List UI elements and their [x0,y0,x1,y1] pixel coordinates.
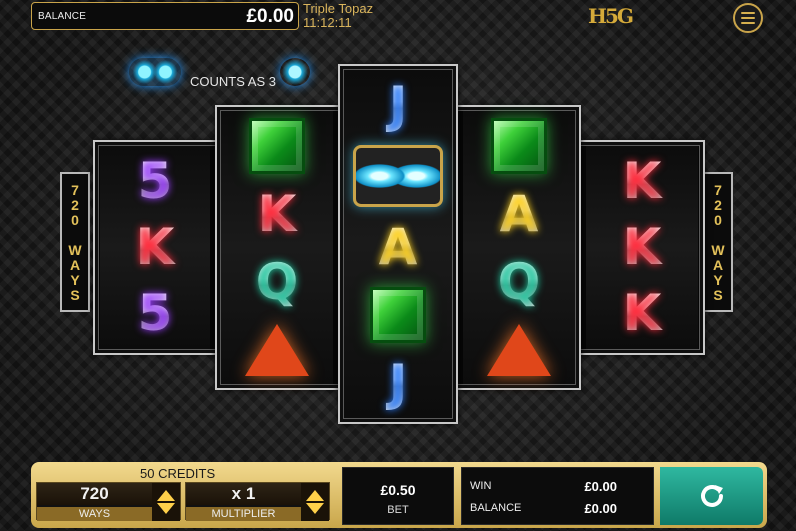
counts-as-label: COUNTS AS 3 [190,74,276,89]
reel-3: J A J [344,70,452,418]
panel-balance-label: BALANCE [470,502,522,514]
reel-symbol: Q [463,249,575,315]
reel-symbol: J [344,350,452,416]
emerald-icon [491,118,547,174]
reel-symbol: A [344,214,452,280]
game-title: Triple Topaz [303,1,374,16]
multiplier-caption: MULTIPLIER [186,507,301,521]
balance-label: BALANCE [38,11,87,22]
ruby-symbol [463,317,575,383]
win-label: WIN [470,480,492,492]
hamburger-menu-icon [741,12,755,14]
reel-1: 5 K 5 [100,146,210,349]
arrow-up-icon[interactable] [157,490,175,501]
win-balance-display: WIN £0.00 BALANCE £0.00 [461,467,654,525]
reel-symbol: A [463,181,575,247]
multiplier-arrows [301,483,329,521]
balance-display: BALANCE £0.00 [31,2,299,30]
ways-arrows [152,483,180,521]
emerald-symbol [221,113,333,179]
ruby-symbol [221,317,333,383]
reel-symbol: K [586,148,698,214]
win-value: £0.00 [584,479,617,494]
brand-logo: H5G [588,4,634,28]
clock: 11:12:11 [303,15,352,30]
reel-symbol: 5 [100,148,210,214]
menu-button[interactable] [733,3,763,33]
reel-2: K Q [221,111,333,384]
emerald-icon [370,287,426,343]
reel-symbol: K [586,214,698,280]
arrow-down-icon[interactable] [306,503,324,514]
arrow-down-icon[interactable] [157,503,175,514]
spin-refresh-icon [700,485,723,507]
topaz-symbol [344,140,452,212]
ways-plate-left: 720 WAYS [60,172,90,312]
emerald-symbol [463,113,575,179]
win-row: WIN £0.00 [470,479,617,494]
balance-value: £0.00 [246,6,294,27]
reel-symbol: J [344,72,452,138]
reel-symbol: K [586,280,698,346]
ways-right-label: 720 WAYS [710,182,726,302]
balance-row: BALANCE £0.00 [470,501,617,516]
ways-value: 720 [37,483,152,505]
topaz-gem-icon [280,58,310,86]
reel-symbol: K [100,214,210,280]
reel-5: K K K [586,146,698,349]
ways-caption: WAYS [37,507,152,521]
bet-value: £0.50 [380,482,416,498]
ruby-icon [245,324,309,376]
ruby-icon [487,324,551,376]
triple-topaz-icon [129,58,181,86]
reel-symbol: 5 [100,280,210,346]
ways-stepper[interactable]: 720 WAYS [36,482,181,521]
ways-left-label: 720 WAYS [67,182,83,302]
panel-balance-value: £0.00 [584,501,617,516]
emerald-symbol [344,282,452,348]
arrow-up-icon[interactable] [306,490,324,501]
emerald-icon [249,118,305,174]
topaz-icon [353,145,443,207]
reel-symbol: Q [221,249,333,315]
reel-4: A Q [463,111,575,384]
reel-symbol: K [221,181,333,247]
multiplier-stepper[interactable]: x 1 MULTIPLIER [185,482,330,521]
ways-plate-right: 720 WAYS [703,172,733,312]
multiplier-value: x 1 [186,483,301,505]
credits-label: 50 CREDITS [140,466,216,481]
bet-display: £0.50 BET [342,467,454,525]
bet-caption: BET [387,504,409,516]
spin-button[interactable] [660,467,763,525]
